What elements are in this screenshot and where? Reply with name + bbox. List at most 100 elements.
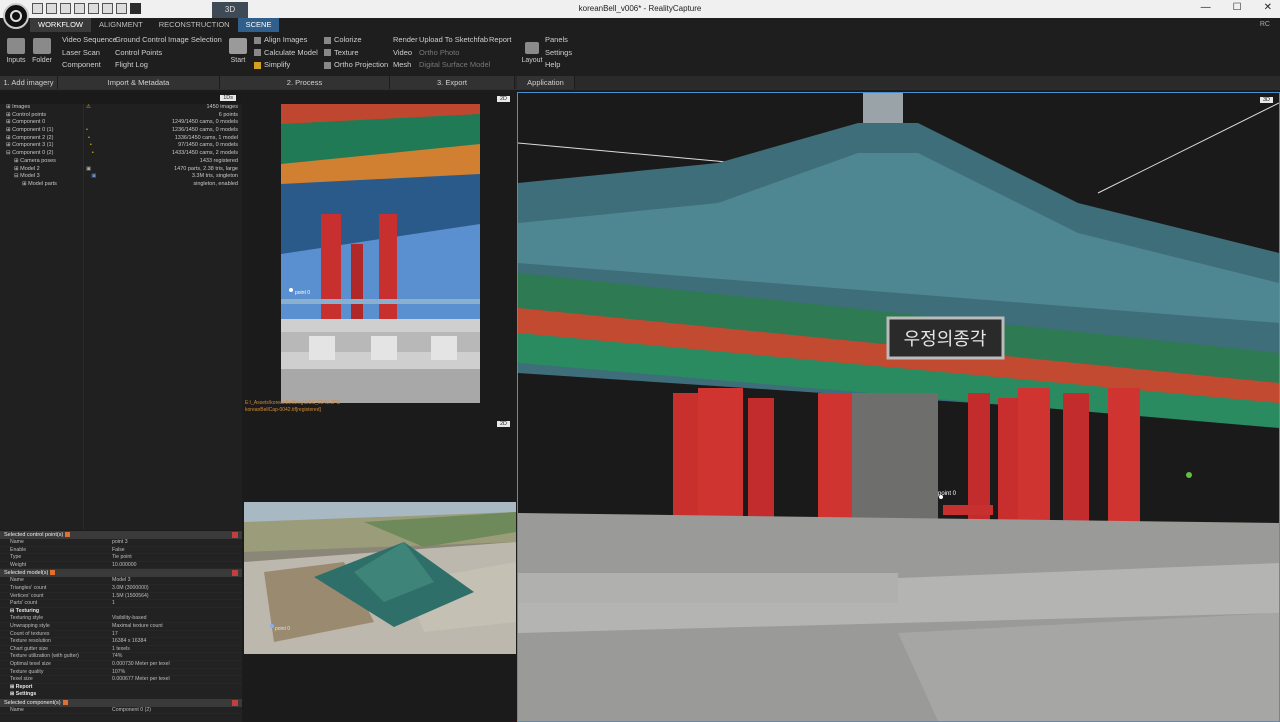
orange-marker-icon: [62, 699, 68, 705]
simplify-icon: [254, 61, 261, 69]
tab-workflow[interactable]: WORKFLOW: [30, 18, 91, 32]
tab-reconstruction[interactable]: RECONSTRUCTION: [151, 18, 238, 32]
video-button[interactable]: Video: [393, 47, 418, 60]
texture-button[interactable]: Texture: [324, 47, 388, 60]
tree-item-component-3-1[interactable]: ⊞ Component 3 (1): [0, 142, 83, 150]
upload-sketchfab-button[interactable]: Upload To Sketchfab: [419, 34, 490, 47]
control-points-button[interactable]: Control Points: [115, 47, 166, 60]
colorize-icon: [324, 36, 331, 44]
ribbon-section-bar: 1. Add imagery Import & Metadata 2. Proc…: [0, 76, 1280, 89]
section-selected-control-points[interactable]: Selected control point(s): [0, 531, 242, 539]
image-selection-button[interactable]: Image Selection: [168, 34, 222, 47]
digital-surface-model-button[interactable]: Digital Surface Model: [419, 59, 490, 72]
calculate-icon: [254, 49, 261, 57]
ground-control-button[interactable]: Ground Control: [115, 34, 166, 47]
minimize-button[interactable]: —: [1201, 2, 1211, 13]
simplify-button[interactable]: Simplify: [254, 59, 318, 72]
export-col-3: Report: [489, 34, 512, 47]
tree-item-images[interactable]: ⊞ Images: [0, 104, 83, 112]
tree-value: • 1433/1450 cams, 2 models: [91, 150, 238, 157]
aerial-photo[interactable]: point 0: [244, 502, 516, 654]
tree-item-camera-poses[interactable]: ⊞ Camera poses: [0, 158, 83, 166]
tab-alignment[interactable]: ALIGNMENT: [91, 18, 151, 32]
start-button[interactable]: Start: [228, 38, 248, 64]
process-col-1: Align Images Calculate Model Simplify: [254, 34, 318, 72]
image-caption: E:\_Assets\koreanBell\img\DSC_0042.JPG k…: [245, 400, 340, 414]
mesh-button[interactable]: Mesh: [393, 59, 418, 72]
align-icon: [254, 36, 261, 44]
title-bar: 3D koreanBell_v006* - RealityCapture — ☐…: [0, 0, 1280, 18]
section-selected-components[interactable]: Selected component(s): [0, 698, 242, 707]
folder-icon: [33, 38, 51, 54]
help-button[interactable]: Help: [545, 59, 572, 72]
tree-item-model-3[interactable]: ⊟ Model 3: [0, 173, 83, 181]
texturing-group[interactable]: ⊟ Texturing: [0, 608, 242, 616]
tree-value: 1249/1450 cams, 0 models: [171, 119, 238, 126]
prop-row: Unwrapping style Maximal texture count: [0, 623, 242, 631]
colorize-button[interactable]: Colorize: [324, 34, 388, 47]
ortho-projection-label: Ortho Projection: [334, 60, 389, 69]
point-label: point 0: [275, 626, 290, 632]
tree-item-component-0[interactable]: ⊞ Component 0: [0, 119, 83, 127]
prop-row: Name Model 3: [0, 577, 242, 585]
view-badge[interactable]: 2D: [496, 96, 510, 102]
prop-row: Name point 3: [0, 539, 242, 547]
section-application: Application: [517, 76, 575, 89]
prop-row: Texel size 0.000677 Meter per texel: [0, 676, 242, 684]
tree-item-control-points[interactable]: ⊞ Control points: [0, 112, 83, 120]
tree-item-model-2[interactable]: ⊞ Model 2: [0, 166, 83, 174]
tree-item-component-0-2[interactable]: ⊟ Component 0 (2): [0, 150, 83, 158]
inputs-label: Inputs: [6, 57, 26, 64]
tree-item-component-0-1[interactable]: ⊞ Component 0 (1): [0, 127, 83, 135]
report-group[interactable]: ⊞ Report: [0, 684, 242, 692]
section-selected-models[interactable]: Selected model(s): [0, 569, 242, 578]
pavilion-photo[interactable]: point 0: [281, 104, 480, 403]
ortho-projection-button[interactable]: Ortho Projection: [324, 59, 388, 72]
close-section-icon[interactable]: [232, 699, 238, 706]
properties-panel: Selected control point(s) Name point 3 En…: [0, 531, 242, 722]
play-icon: [229, 38, 247, 54]
video-sequence-button[interactable]: Video Sequence: [62, 34, 117, 47]
render-button[interactable]: Render: [393, 34, 418, 47]
align-images-label: Align Images: [264, 35, 308, 44]
layout-button[interactable]: Layout: [520, 42, 544, 64]
model-icon: ▣: [91, 173, 97, 180]
tree-badge[interactable]: 1Ds: [220, 95, 236, 101]
laser-scan-button[interactable]: Laser Scan: [62, 47, 117, 60]
align-images-button[interactable]: Align Images: [254, 34, 318, 47]
ribbon-tabs: WORKFLOW ALIGNMENT RECONSTRUCTION SCENE: [30, 18, 280, 32]
flight-log-button[interactable]: Flight Log: [115, 59, 166, 72]
calculate-model-button[interactable]: Calculate Model: [254, 47, 318, 60]
project-tree-panel: 1Ds ⊞ Images ⊞ Control points ⊞ Componen…: [0, 92, 242, 530]
import-col-1: Video Sequence Laser Scan Component: [62, 34, 117, 72]
folder-button[interactable]: Folder: [30, 38, 54, 64]
panels-button[interactable]: Panels: [545, 34, 572, 47]
settings-group[interactable]: ⊞ Settings: [0, 691, 242, 699]
app-logo-icon[interactable]: [3, 3, 29, 29]
prop-row: Name Component 0 (2): [0, 707, 242, 715]
tree-value: 1433 registered: [199, 157, 238, 164]
view-badge[interactable]: 2D: [496, 421, 510, 427]
section-add-imagery: 1. Add imagery: [0, 76, 58, 89]
tree-item-model-parts[interactable]: ⊞ Model parts: [0, 181, 83, 189]
report-button[interactable]: Report: [489, 34, 512, 47]
component-button[interactable]: Component: [62, 59, 117, 72]
layout-label: Layout: [521, 57, 543, 64]
aerial-photo-image: point 0: [244, 502, 516, 654]
model-view-3d[interactable]: 3D 우정의종각 point 0: [517, 92, 1280, 722]
pavilion-3d-model: 우정의종각 point 0: [518, 93, 1279, 721]
tree-item-component-2-2[interactable]: ⊞ Component 2 (2): [0, 135, 83, 143]
tab-scene[interactable]: SCENE: [237, 18, 280, 32]
ortho-photo-button[interactable]: Ortho Photo: [419, 47, 490, 60]
maximize-button[interactable]: ☐: [1233, 2, 1242, 13]
settings-button[interactable]: Settings: [545, 47, 572, 60]
colorize-label: Colorize: [334, 35, 362, 44]
tree-value: • 1236/1450 cams, 0 models: [86, 127, 238, 134]
tree-items: ⊞ Images ⊞ Control points ⊞ Component 0 …: [0, 104, 84, 530]
close-section-icon[interactable]: [232, 532, 238, 538]
prop-row: Count of textures 17: [0, 631, 242, 639]
inputs-button[interactable]: Inputs: [5, 38, 27, 64]
close-section-icon[interactable]: [232, 570, 238, 577]
close-button[interactable]: ✕: [1264, 2, 1272, 13]
tree-value: ▣ 1470 parts, 2.38 tris, large: [86, 165, 238, 172]
